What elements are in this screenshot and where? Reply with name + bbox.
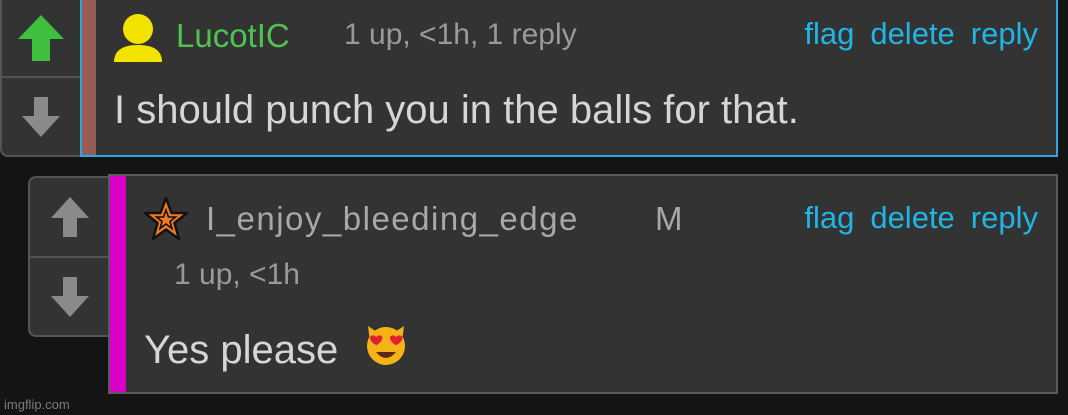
comment-color-bar: [82, 0, 96, 155]
comment-body-text: Yes please: [144, 328, 339, 372]
flag-link[interactable]: flag: [804, 200, 854, 236]
watermark: imgflip.com: [4, 397, 70, 412]
arrow-up-icon: [51, 197, 89, 237]
flag-link[interactable]: flag: [804, 16, 854, 52]
heart-eyes-cat-emoji: [363, 322, 409, 376]
reply-link[interactable]: reply: [971, 16, 1038, 52]
comment-meta: 1 up, <1h, 1 reply: [344, 18, 577, 51]
comment-color-bar: [110, 176, 126, 392]
star-icon: [143, 196, 189, 241]
comment-1: LucotIC 1 up, <1h, 1 reply flag delete r…: [80, 0, 1058, 157]
comment-body: I should punch you in the balls for that…: [114, 88, 799, 132]
arrow-down-icon: [51, 276, 89, 317]
arrow-up-icon: [18, 15, 64, 61]
username[interactable]: I_enjoy_bleeding_edge: [206, 200, 579, 238]
reply-link[interactable]: reply: [971, 200, 1038, 236]
arrow-down-icon: [22, 96, 60, 137]
moderator-badge: M: [655, 200, 683, 237]
delete-link[interactable]: delete: [870, 16, 954, 52]
downvote-button[interactable]: [30, 258, 110, 335]
comment-2: I_enjoy_bleeding_edge M flag delete repl…: [108, 174, 1058, 394]
vote-column-2: [28, 176, 110, 337]
comment-actions: flag delete reply: [804, 200, 1038, 236]
user-silhouette-icon: [114, 14, 162, 62]
comment-body: Yes please: [144, 326, 409, 376]
upvote-button[interactable]: [30, 178, 110, 256]
comment-actions: flag delete reply: [804, 16, 1038, 52]
vote-column-1: [0, 0, 80, 157]
upvote-button[interactable]: [2, 0, 80, 76]
comment-meta: 1 up, <1h: [174, 258, 300, 291]
username[interactable]: LucotIC: [176, 17, 290, 55]
delete-link[interactable]: delete: [870, 200, 954, 236]
downvote-button[interactable]: [2, 78, 80, 155]
